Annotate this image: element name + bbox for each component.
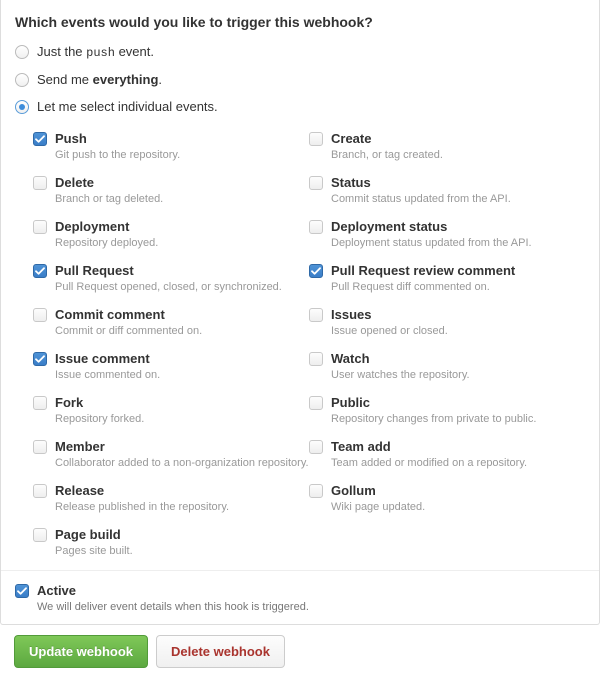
checkbox-icon bbox=[33, 528, 47, 542]
event-desc: Issue opened or closed. bbox=[331, 324, 448, 338]
radio-icon bbox=[15, 100, 29, 114]
checkbox-icon bbox=[33, 176, 47, 190]
event-label: Pull Request bbox=[55, 263, 282, 279]
event-desc: Deployment status updated from the API. bbox=[331, 236, 532, 250]
event-pull-request[interactable]: Pull RequestPull Request opened, closed,… bbox=[33, 258, 309, 302]
checkbox-icon bbox=[309, 220, 323, 234]
event-label: Gollum bbox=[331, 483, 425, 499]
checkbox-icon bbox=[15, 584, 29, 598]
event-status[interactable]: StatusCommit status updated from the API… bbox=[309, 170, 585, 214]
event-desc: Commit status updated from the API. bbox=[331, 192, 511, 206]
event-public[interactable]: PublicRepository changes from private to… bbox=[309, 390, 585, 434]
action-bar: Update webhook Delete webhook bbox=[0, 625, 600, 681]
event-label: Push bbox=[55, 131, 180, 147]
event-label: Commit comment bbox=[55, 307, 202, 323]
event-fork[interactable]: ForkRepository forked. bbox=[33, 390, 309, 434]
radio-icon bbox=[15, 73, 29, 87]
radio-select-individual[interactable]: Let me select individual events. bbox=[15, 95, 585, 122]
events-column-right: CreateBranch, or tag created.StatusCommi… bbox=[309, 126, 585, 566]
checkbox-icon bbox=[309, 396, 323, 410]
event-label: Release bbox=[55, 483, 229, 499]
event-deployment[interactable]: DeploymentRepository deployed. bbox=[33, 214, 309, 258]
event-pull-request-review-comment[interactable]: Pull Request review commentPull Request … bbox=[309, 258, 585, 302]
event-label: Watch bbox=[331, 351, 470, 367]
event-label: Create bbox=[331, 131, 443, 147]
event-team-add[interactable]: Team addTeam added or modified on a repo… bbox=[309, 434, 585, 478]
checkbox-icon bbox=[33, 484, 47, 498]
event-label: Issues bbox=[331, 307, 448, 323]
event-label: Status bbox=[331, 175, 511, 191]
event-label: Fork bbox=[55, 395, 144, 411]
event-label: Deployment bbox=[55, 219, 158, 235]
radio-just-push[interactable]: Just the push event. bbox=[15, 40, 585, 68]
event-label: Public bbox=[331, 395, 536, 411]
event-desc: Repository deployed. bbox=[55, 236, 158, 250]
event-commit-comment[interactable]: Commit commentCommit or diff commented o… bbox=[33, 302, 309, 346]
event-delete[interactable]: DeleteBranch or tag deleted. bbox=[33, 170, 309, 214]
webhook-events-panel: Which events would you like to trigger t… bbox=[0, 0, 600, 625]
event-issues[interactable]: IssuesIssue opened or closed. bbox=[309, 302, 585, 346]
checkbox-icon bbox=[33, 352, 47, 366]
section-heading: Which events would you like to trigger t… bbox=[15, 14, 585, 30]
event-label: Team add bbox=[331, 439, 527, 455]
event-desc: Branch or tag deleted. bbox=[55, 192, 163, 206]
event-desc: Pull Request opened, closed, or synchron… bbox=[55, 280, 282, 294]
event-label: Delete bbox=[55, 175, 163, 191]
event-desc: Branch, or tag created. bbox=[331, 148, 443, 162]
checkbox-icon bbox=[33, 308, 47, 322]
checkbox-icon bbox=[309, 308, 323, 322]
event-release[interactable]: ReleaseRelease published in the reposito… bbox=[33, 478, 309, 522]
event-label: Issue comment bbox=[55, 351, 160, 367]
event-desc: Pages site built. bbox=[55, 544, 133, 558]
checkbox-icon bbox=[309, 176, 323, 190]
checkbox-icon bbox=[33, 220, 47, 234]
checkbox-icon bbox=[33, 264, 47, 278]
radio-send-everything[interactable]: Send me everything. bbox=[15, 68, 585, 95]
events-column-left: PushGit push to the repository.DeleteBra… bbox=[33, 126, 309, 566]
event-desc: User watches the repository. bbox=[331, 368, 470, 382]
event-deployment-status[interactable]: Deployment statusDeployment status updat… bbox=[309, 214, 585, 258]
event-desc: Pull Request diff commented on. bbox=[331, 280, 515, 294]
event-issue-comment[interactable]: Issue commentIssue commented on. bbox=[33, 346, 309, 390]
event-label: Page build bbox=[55, 527, 133, 543]
active-desc: We will deliver event details when this … bbox=[37, 600, 309, 614]
event-label: Pull Request review comment bbox=[331, 263, 515, 279]
event-desc: Collaborator added to a non-organization… bbox=[55, 456, 309, 470]
event-gollum[interactable]: GollumWiki page updated. bbox=[309, 478, 585, 522]
checkbox-icon bbox=[309, 440, 323, 454]
checkbox-icon bbox=[309, 484, 323, 498]
event-desc: Issue commented on. bbox=[55, 368, 160, 382]
checkbox-icon bbox=[309, 132, 323, 146]
event-desc: Team added or modified on a repository. bbox=[331, 456, 527, 470]
event-watch[interactable]: WatchUser watches the repository. bbox=[309, 346, 585, 390]
event-member[interactable]: MemberCollaborator added to a non-organi… bbox=[33, 434, 309, 478]
checkbox-icon bbox=[33, 132, 47, 146]
event-desc: Commit or diff commented on. bbox=[55, 324, 202, 338]
checkbox-icon bbox=[309, 264, 323, 278]
checkbox-icon bbox=[33, 440, 47, 454]
checkbox-icon bbox=[309, 352, 323, 366]
event-desc: Release published in the repository. bbox=[55, 500, 229, 514]
active-toggle[interactable]: Active We will deliver event details whe… bbox=[15, 571, 585, 618]
update-webhook-button[interactable]: Update webhook bbox=[14, 635, 148, 668]
event-desc: Repository changes from private to publi… bbox=[331, 412, 536, 426]
active-label: Active bbox=[37, 583, 309, 599]
event-label: Deployment status bbox=[331, 219, 532, 235]
event-push[interactable]: PushGit push to the repository. bbox=[33, 126, 309, 170]
event-page-build[interactable]: Page buildPages site built. bbox=[33, 522, 309, 566]
radio-icon bbox=[15, 45, 29, 59]
event-desc: Repository forked. bbox=[55, 412, 144, 426]
event-desc: Git push to the repository. bbox=[55, 148, 180, 162]
event-desc: Wiki page updated. bbox=[331, 500, 425, 514]
events-grid: PushGit push to the repository.DeleteBra… bbox=[15, 122, 585, 566]
event-label: Member bbox=[55, 439, 309, 455]
delete-webhook-button[interactable]: Delete webhook bbox=[156, 635, 285, 668]
event-create[interactable]: CreateBranch, or tag created. bbox=[309, 126, 585, 170]
checkbox-icon bbox=[33, 396, 47, 410]
